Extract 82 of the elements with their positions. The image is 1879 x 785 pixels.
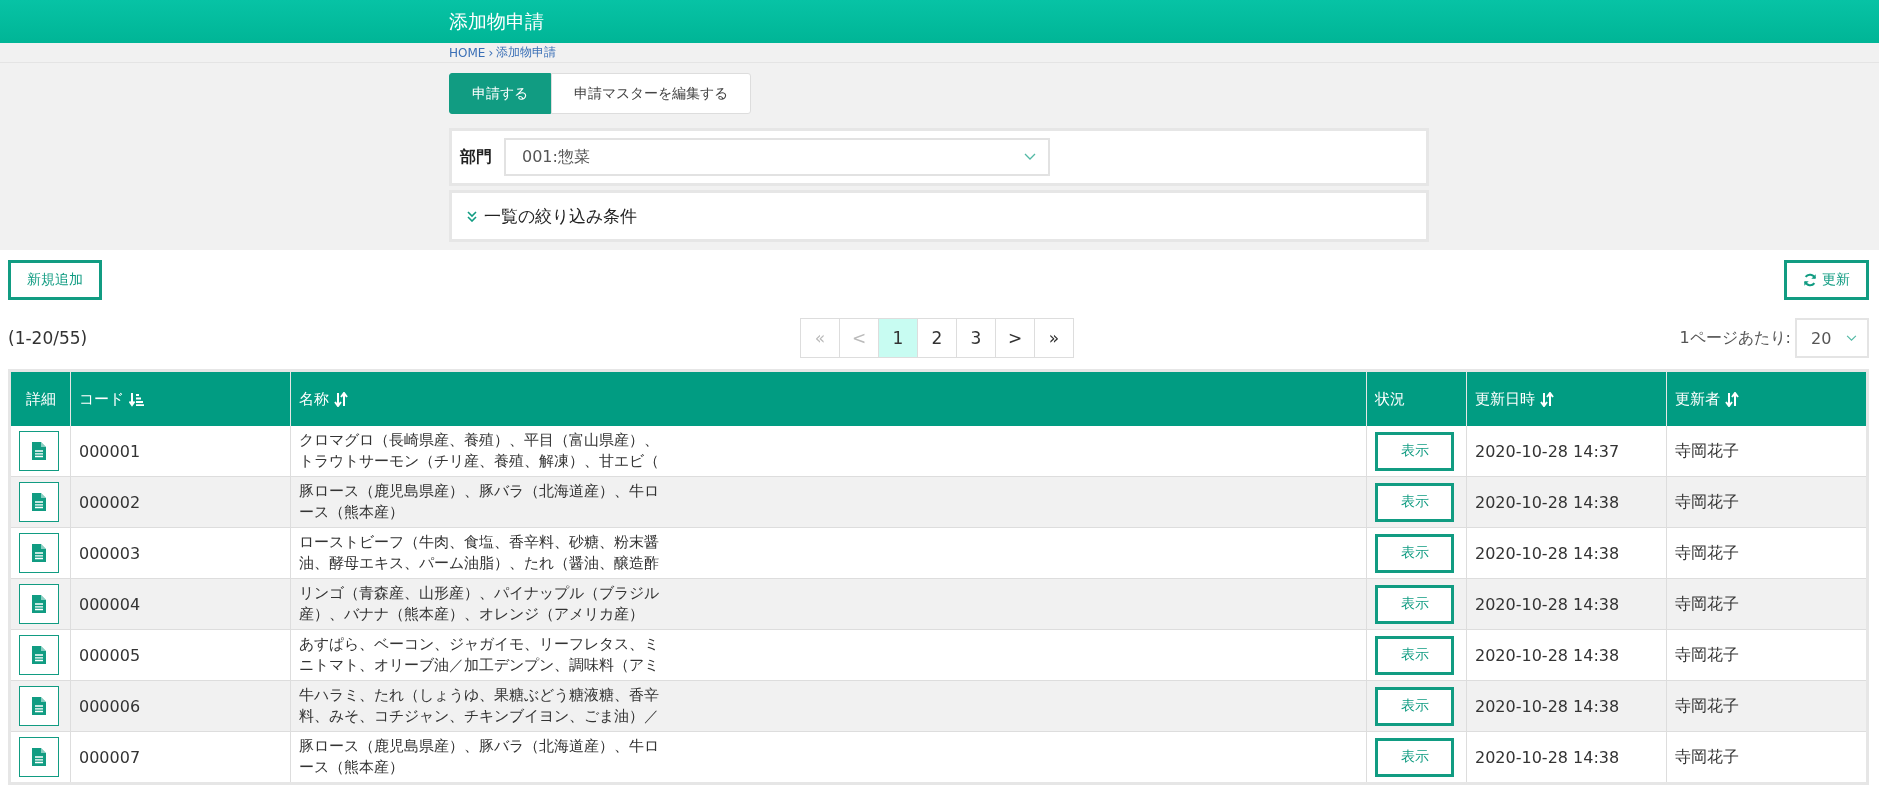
table-cell: 寺岡花子: [1675, 440, 1739, 460]
page-button[interactable]: 3: [956, 318, 996, 358]
sort-icon: [1725, 391, 1739, 407]
document-icon: [32, 442, 46, 460]
department-select[interactable]: 001:惣菜: [504, 138, 1050, 176]
table-cell: 寺岡花子: [1675, 695, 1739, 715]
table-cell: 2020-10-28 14:38: [1475, 492, 1620, 512]
refresh-button[interactable]: 更新: [1784, 260, 1869, 300]
display-button[interactable]: 表示: [1375, 686, 1454, 726]
record-count: (1-20/55): [8, 328, 88, 348]
table-cell: 000004: [79, 594, 141, 614]
double-chevron-icon: [466, 210, 478, 222]
detail-button[interactable]: [19, 584, 59, 624]
page-button[interactable]: »: [1034, 318, 1074, 358]
add-button[interactable]: 新規追加: [8, 260, 102, 300]
table-cell: 000005: [79, 645, 141, 665]
table-cell: 寺岡花子: [1675, 746, 1739, 766]
document-icon: [32, 697, 46, 715]
tab[interactable]: 申請する: [449, 73, 551, 114]
table-cell: 2020-10-28 14:38: [1475, 645, 1620, 665]
display-button[interactable]: 表示: [1375, 584, 1454, 624]
department-label: 部門: [460, 146, 492, 168]
table-cell: 000006: [79, 696, 141, 716]
table-cell: 寺岡花子: [1675, 644, 1739, 664]
display-button[interactable]: 表示: [1375, 737, 1454, 777]
breadcrumb-link[interactable]: 添加物申請: [496, 44, 557, 61]
column-header[interactable]: 更新日時: [1466, 370, 1667, 426]
tab[interactable]: 申請マスターを編集する: [551, 73, 751, 114]
table-cell: 牛ハラミ、たれ（しょうゆ、果糖ぶどう糖液糖、香辛 料、みそ、コチジャン、チキンブイヨン、ごま油）／: [299, 685, 659, 727]
sort-icon: [1540, 391, 1554, 407]
breadcrumb-link[interactable]: HOME: [449, 45, 486, 60]
column-header: 状況: [1366, 370, 1467, 426]
detail-button[interactable]: [19, 431, 59, 471]
table-cell: あすぱら、ベーコン、ジャガイモ、リーフレタス、ミ ニトマト、オリーブ油／加工デンプン、調味料（アミ: [299, 634, 659, 676]
document-icon: [32, 544, 46, 562]
table-cell: 000001: [79, 441, 141, 461]
chevron-down-icon: [1024, 153, 1036, 161]
column-header[interactable]: 更新者: [1666, 370, 1868, 426]
page-button[interactable]: 2: [917, 318, 957, 358]
detail-button[interactable]: [19, 482, 59, 522]
per-page-label: 1ページあたり:: [1679, 327, 1791, 349]
table-cell: ローストビーフ（牛肉、食塩、香辛料、砂糖、粉末醤 油、酵母エキス、パーム油脂）、たれ（醤油、醸造酢: [299, 532, 659, 574]
breadcrumb-separator: ›: [488, 45, 494, 60]
display-button[interactable]: 表示: [1375, 431, 1454, 471]
per-page-select[interactable]: 20: [1795, 318, 1869, 358]
table-cell: 寺岡花子: [1675, 593, 1739, 613]
table-cell: 2020-10-28 14:38: [1475, 594, 1620, 614]
sort-descending-icon: [129, 391, 144, 407]
display-button[interactable]: 表示: [1375, 635, 1454, 675]
display-button[interactable]: 表示: [1375, 533, 1454, 573]
refresh-icon: [1803, 273, 1817, 287]
column-header[interactable]: 名称: [290, 370, 1367, 426]
sort-icon: [334, 391, 348, 407]
table-cell: 000003: [79, 543, 141, 563]
table-cell: 寺岡花子: [1675, 542, 1739, 562]
document-icon: [32, 646, 46, 664]
table-cell: 2020-10-28 14:38: [1475, 543, 1620, 563]
document-icon: [32, 748, 46, 766]
column-header[interactable]: コード: [70, 370, 291, 426]
filter-toggle[interactable]: 一覧の絞り込み条件: [466, 204, 637, 228]
detail-button[interactable]: [19, 737, 59, 777]
page-button[interactable]: 1: [878, 318, 918, 358]
display-button[interactable]: 表示: [1375, 482, 1454, 522]
table-cell: 豚ロース（鹿児島県産）、豚バラ（北海道産）、牛ロ ース（熊本産）: [299, 736, 659, 778]
table-cell: 2020-10-28 14:38: [1475, 696, 1620, 716]
table-cell: リンゴ（青森産、山形産）、パイナップル（ブラジル 産）、バナナ（熊本産）、オレンジ（アメリカ産）: [299, 583, 659, 625]
table-cell: 000002: [79, 492, 141, 512]
column-header: 詳細: [9, 370, 71, 426]
table-cell: 豚ロース（鹿児島県産）、豚バラ（北海道産）、牛ロ ース（熊本産）: [299, 481, 659, 523]
document-icon: [32, 493, 46, 511]
table-cell: 2020-10-28 14:37: [1475, 441, 1620, 461]
detail-button[interactable]: [19, 533, 59, 573]
table-cell: 000007: [79, 747, 141, 767]
page-title: 添加物申請: [449, 9, 544, 32]
detail-button[interactable]: [19, 686, 59, 726]
table-cell: クロマグロ（長崎県産、養殖）、平目（富山県産）、 トラウトサーモン（チリ産、養殖、解凍）、甘エビ（: [299, 430, 659, 472]
chevron-down-icon: [1846, 334, 1857, 342]
detail-button[interactable]: [19, 635, 59, 675]
page-button[interactable]: >: [995, 318, 1035, 358]
table-cell: 寺岡花子: [1675, 491, 1739, 511]
table-cell: 2020-10-28 14:38: [1475, 747, 1620, 767]
document-icon: [32, 595, 46, 613]
